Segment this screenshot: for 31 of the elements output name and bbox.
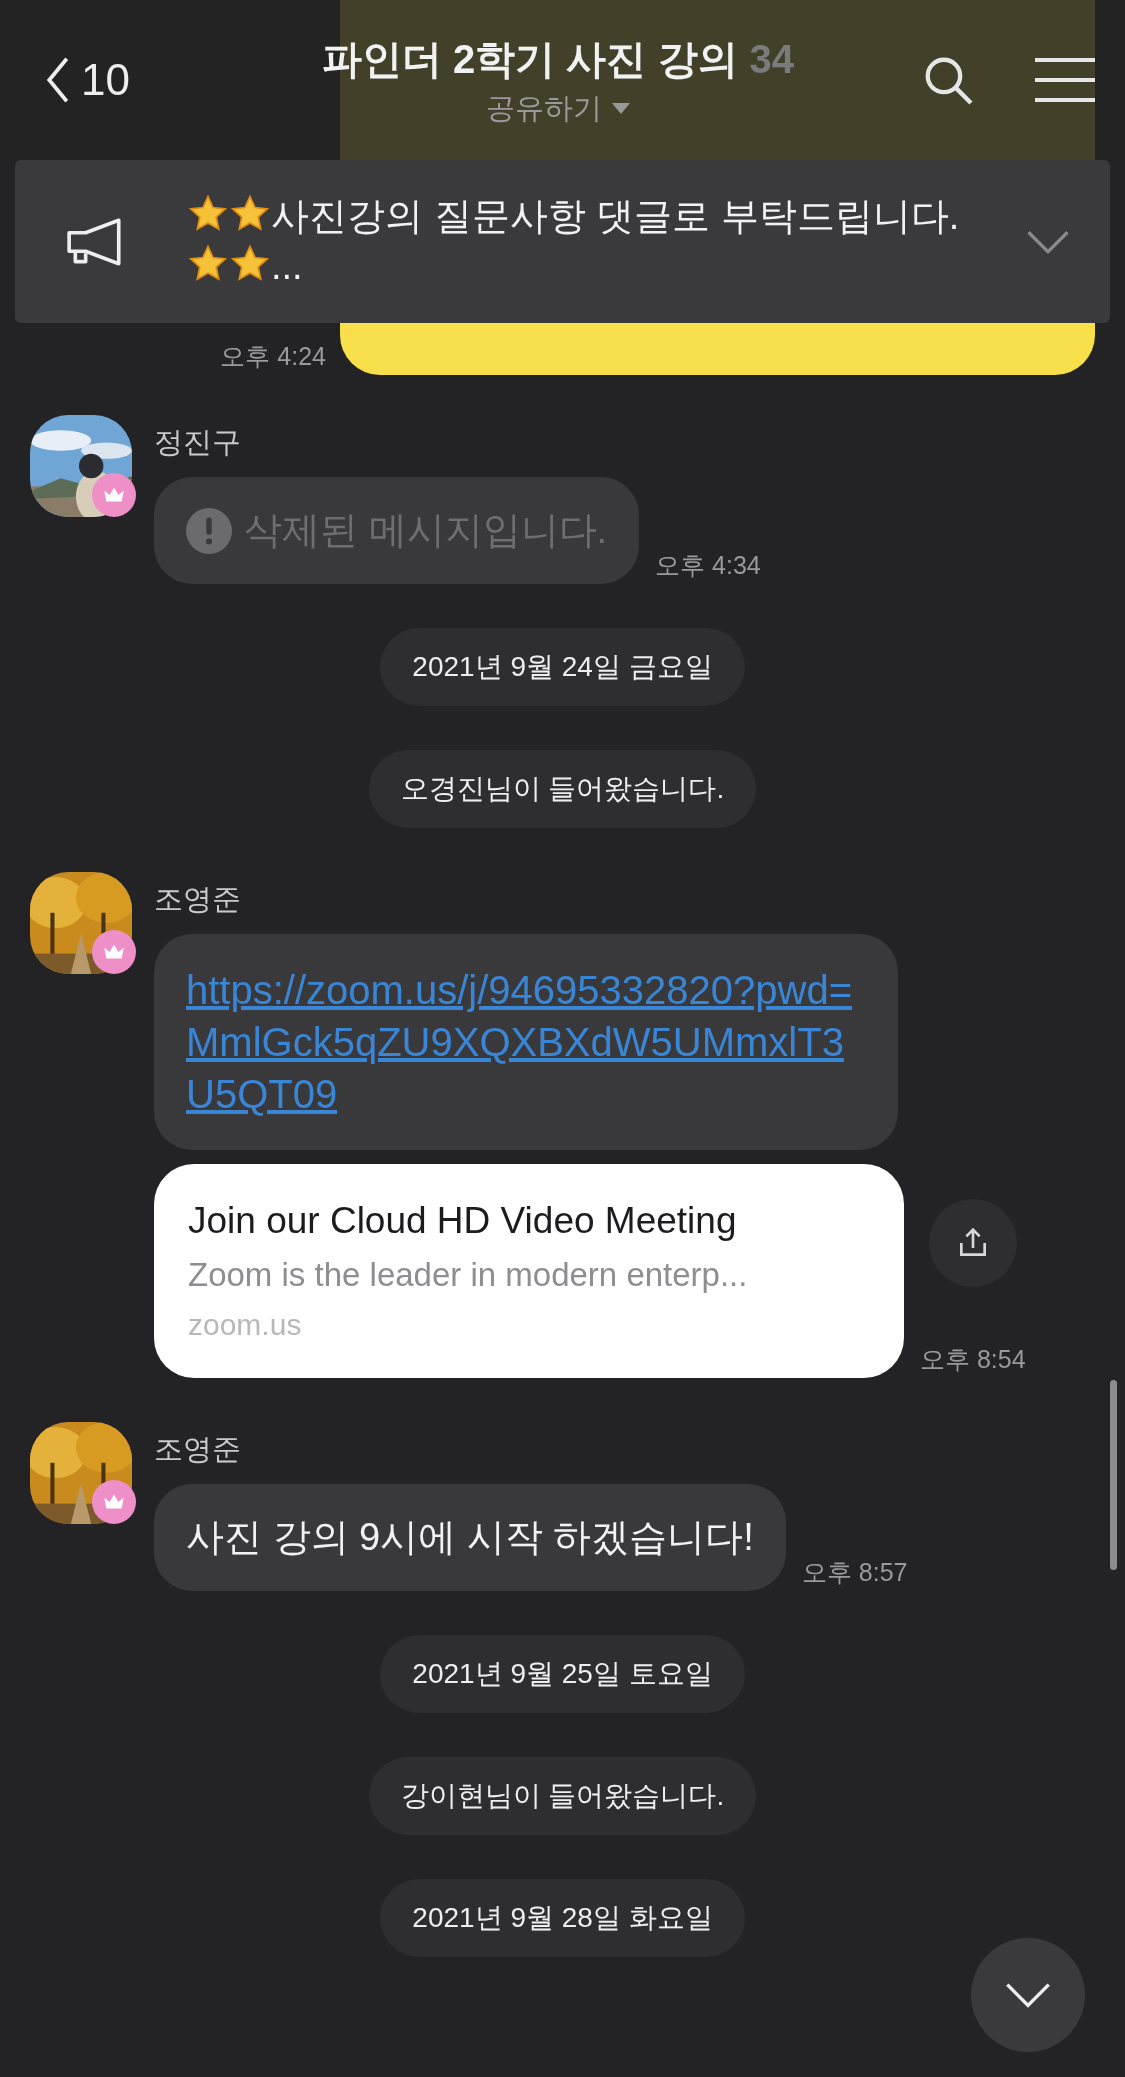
- date-divider: 2021년 9월 24일 금요일: [380, 628, 745, 706]
- warning-icon: [186, 507, 232, 554]
- link-preview-card[interactable]: Join our Cloud HD Video Meeting Zoom is the leader in modern enterp... zoom.us: [154, 1164, 904, 1378]
- system-message: 강이현님이 들어왔습니다.: [368, 1757, 757, 1835]
- message-bubble: 사진 강의 9시에 시작 하겠습니다!: [154, 1484, 786, 1591]
- preview-description: Zoom is the leader in modern enterp...: [188, 1256, 749, 1294]
- member-count: 34: [749, 36, 795, 82]
- message-time: 오후 8:57: [801, 1557, 908, 1588]
- message-time: 오후 8:54: [920, 1344, 1026, 1375]
- date-divider: 2021년 9월 28일 화요일: [380, 1879, 745, 1957]
- sender-name: 조영준: [154, 882, 242, 917]
- sender-name: 조영준: [154, 1432, 242, 1467]
- notice-banner[interactable]: 사진강의 질문사항 댓글로 부탁드립니다. ...: [15, 160, 1110, 323]
- preview-title: Join our Cloud HD Video Meeting: [188, 1200, 738, 1242]
- message-time: 오후 4:24: [220, 341, 326, 372]
- chevron-down-icon: [1005, 1981, 1051, 2009]
- chat-title: 파인더 2학기 사진 강의: [321, 35, 738, 83]
- chevron-down-icon[interactable]: [1026, 228, 1070, 255]
- scrollbar[interactable]: [1110, 1380, 1117, 1570]
- message-time: 오후 4:34: [655, 550, 761, 581]
- system-message: 오경진님이 들어왔습니다.: [368, 750, 757, 828]
- caret-icon: [612, 103, 630, 114]
- share-dropdown[interactable]: 공유하기: [486, 88, 630, 129]
- notice-text: ...: [271, 244, 303, 287]
- preview-domain: zoom.us: [188, 1308, 303, 1342]
- back-icon: [45, 55, 71, 105]
- back-button[interactable]: 10: [45, 55, 195, 105]
- notice-text: 사진강의 질문사항 댓글로 부탁드립니다.: [271, 195, 960, 238]
- sender-name: 정진구: [154, 425, 242, 460]
- menu-icon[interactable]: [1035, 58, 1095, 102]
- date-divider: 2021년 9월 25일 토요일: [380, 1635, 745, 1713]
